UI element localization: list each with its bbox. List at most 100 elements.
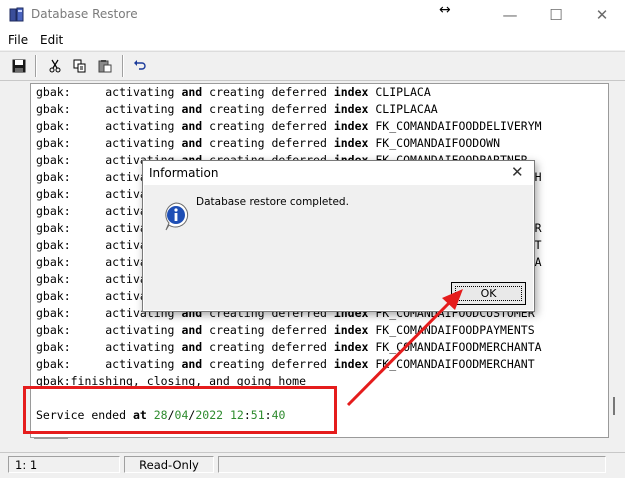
log-word: activating xyxy=(105,357,175,371)
save-icon xyxy=(12,59,26,73)
horizontal-scrollbar-thumb[interactable] xyxy=(34,437,68,439)
log-index-name: CLIPLACAA xyxy=(375,102,438,116)
log-word: and xyxy=(181,136,203,150)
log-word: index xyxy=(333,340,369,354)
log-prefix: gbak: xyxy=(36,272,71,286)
log-prefix: gbak: xyxy=(36,289,71,303)
log-word: and xyxy=(181,102,203,116)
log-word: creating xyxy=(209,85,265,99)
log-prefix: gbak: xyxy=(36,102,71,116)
minimize-button[interactable]: — xyxy=(487,0,533,30)
dialog-message: Database restore completed. xyxy=(196,196,349,208)
save-button[interactable] xyxy=(9,56,29,76)
log-prefix: gbak: xyxy=(36,136,71,150)
log-word: deferred xyxy=(271,340,327,354)
log-word: deferred xyxy=(271,357,327,371)
log-line: gbak: activating and creating deferred i… xyxy=(36,118,542,135)
log-word: activating xyxy=(105,323,175,337)
maximize-icon: ☐ xyxy=(549,6,563,24)
log-word: activating xyxy=(105,102,175,116)
copy-icon xyxy=(73,59,86,73)
ok-button[interactable]: OK xyxy=(451,282,526,305)
log-word: activating xyxy=(105,85,175,99)
log-line: gbak: activating and creating deferred i… xyxy=(36,101,542,118)
log-prefix: gbak: xyxy=(36,204,71,218)
information-dialog: Information ✕ Database restore completed… xyxy=(142,160,535,312)
log-line: gbak: activating and creating deferred i… xyxy=(36,84,542,101)
close-button[interactable]: ✕ xyxy=(579,0,625,30)
log-word: and xyxy=(181,85,203,99)
paste-icon xyxy=(98,60,112,73)
title-bar: Database Restore ↔ — ☐ ✕ xyxy=(0,0,625,30)
log-word: creating xyxy=(209,357,265,371)
log-word: creating xyxy=(209,323,265,337)
copy-button[interactable] xyxy=(70,56,90,76)
dialog-close-button[interactable]: ✕ xyxy=(511,163,524,181)
log-line: gbak: activating and creating deferred i… xyxy=(36,135,542,152)
resize-cursor-icon: ↔ xyxy=(439,2,451,18)
log-prefix: gbak: xyxy=(36,306,71,320)
toolbar xyxy=(0,51,625,81)
dialog-title: Information xyxy=(149,166,219,180)
paste-button[interactable] xyxy=(95,56,115,76)
log-word: activating xyxy=(105,340,175,354)
log-word: index xyxy=(333,102,369,116)
log-prefix: gbak: xyxy=(36,323,71,337)
minimize-icon: — xyxy=(502,6,518,24)
focus-rect xyxy=(455,286,522,301)
log-word: index xyxy=(333,119,369,133)
status-extra xyxy=(218,456,606,473)
log-word: deferred xyxy=(271,119,327,133)
log-prefix: gbak: xyxy=(36,357,71,371)
log-prefix: gbak: xyxy=(36,221,71,235)
dialog-titlebar: Information ✕ xyxy=(143,161,534,185)
log-word: deferred xyxy=(271,85,327,99)
cut-button[interactable] xyxy=(45,56,65,76)
undo-button[interactable] xyxy=(130,56,150,76)
log-index-name: FK_COMANDAIFOODMERCHANT xyxy=(375,357,535,371)
status-mode: Read-Only xyxy=(124,456,214,473)
menu-edit[interactable]: Edit xyxy=(40,33,63,47)
log-word: index xyxy=(333,323,369,337)
status-position: 1: 1 xyxy=(8,456,120,473)
maximize-button[interactable]: ☐ xyxy=(533,0,579,30)
close-icon: ✕ xyxy=(595,6,609,24)
log-prefix: gbak: xyxy=(36,255,71,269)
log-word: index xyxy=(333,85,369,99)
log-word: deferred xyxy=(271,323,327,337)
log-word: creating xyxy=(209,136,265,150)
log-word: and xyxy=(181,323,203,337)
cut-icon xyxy=(49,59,61,73)
info-icon xyxy=(165,202,189,231)
toolbar-separator xyxy=(122,55,124,77)
log-word: index xyxy=(333,357,369,371)
log-word: activating xyxy=(105,136,175,150)
log-prefix: gbak: xyxy=(36,187,71,201)
toolbar-separator xyxy=(35,55,37,77)
annotation-highlight-box xyxy=(23,386,337,434)
log-word: deferred xyxy=(271,102,327,116)
log-prefix: gbak: xyxy=(36,85,71,99)
log-word: and xyxy=(181,357,203,371)
log-word: activating xyxy=(105,119,175,133)
menu-file[interactable]: File xyxy=(8,33,28,47)
dialog-body: Database restore completed. OK xyxy=(144,185,533,310)
log-prefix: gbak: xyxy=(36,119,71,133)
log-line: gbak: activating and creating deferred i… xyxy=(36,339,542,356)
vertical-scrollbar-thumb[interactable] xyxy=(613,397,615,415)
log-word: creating xyxy=(209,102,265,116)
log-word: and xyxy=(181,119,203,133)
log-line: gbak: activating and creating deferred i… xyxy=(36,322,542,339)
log-index-name: FK_COMANDAIFOODDELIVERYM xyxy=(375,119,542,133)
log-word: deferred xyxy=(271,136,327,150)
window-title: Database Restore xyxy=(31,7,138,21)
log-index-name: FK_COMANDAIFOODPAYMENTS xyxy=(375,323,535,337)
log-word: creating xyxy=(209,119,265,133)
status-bar: 1: 1 Read-Only xyxy=(0,452,625,478)
log-index-name: FK_COMANDAIFOODMERCHANTA xyxy=(375,340,542,354)
log-index-name: CLIPLACA xyxy=(375,85,431,99)
log-word: and xyxy=(181,340,203,354)
log-word: index xyxy=(333,136,369,150)
app-icon xyxy=(9,7,24,22)
log-index-name: FK_COMANDAIFOODOWN xyxy=(375,136,500,150)
